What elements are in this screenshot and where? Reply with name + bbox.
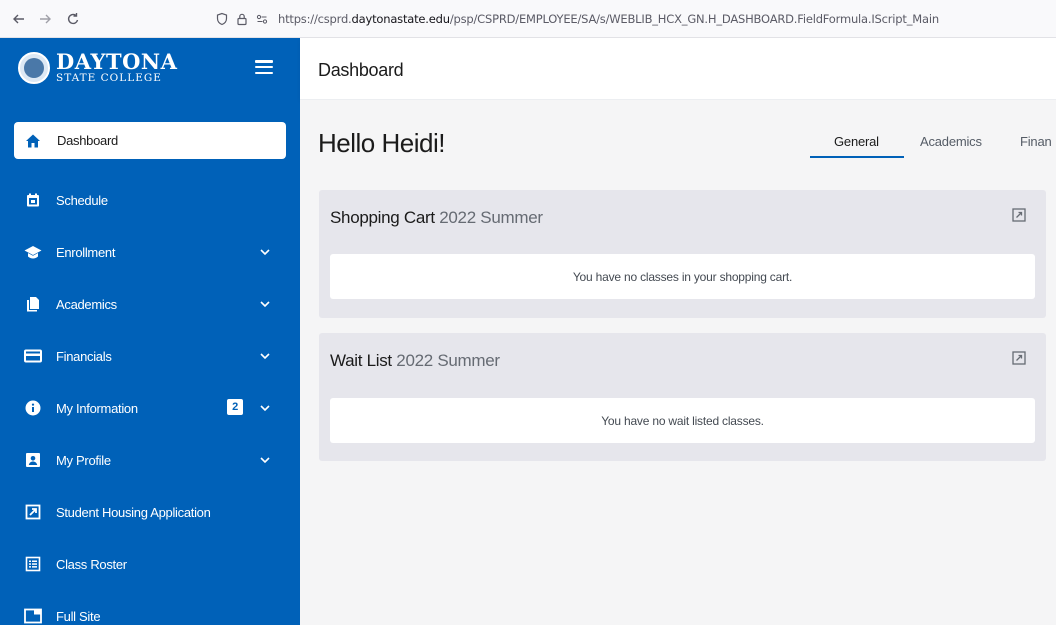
tab-academics[interactable]: Academics: [920, 134, 982, 149]
sidebar-item-dashboard[interactable]: Dashboard: [14, 122, 286, 159]
main-content: Hello Heidi! General Academics Finan Sho…: [300, 100, 1056, 625]
sidebar-item-label: Dashboard: [57, 133, 118, 148]
card-title: Wait List 2022 Summer: [330, 351, 500, 371]
shopping-cart-card: Shopping Cart 2022 Summer You have no cl…: [319, 190, 1046, 318]
back-arrow-icon[interactable]: [8, 8, 30, 30]
sidebar-item-label: Class Roster: [56, 556, 127, 572]
sidebar-item-schedule[interactable]: Schedule: [0, 174, 300, 226]
sidebar-item-label: Financials: [56, 348, 112, 364]
sidebar-item-label: Full Site: [56, 608, 101, 624]
graduation-cap-icon: [24, 243, 42, 261]
wait-list-card: Wait List 2022 Summer You have no wait l…: [319, 333, 1046, 461]
url-path: /psp/CSPRD/EMPLOYEE/SA/s/WEBLIB_HCX_GN.H…: [449, 12, 939, 26]
permissions-icon[interactable]: [254, 11, 270, 27]
tab-financials[interactable]: Finan: [1020, 134, 1052, 149]
chevron-down-icon[interactable]: [259, 298, 271, 310]
chevron-down-icon[interactable]: [259, 350, 271, 362]
credit-card-icon: [24, 347, 42, 365]
reload-icon[interactable]: [62, 8, 84, 30]
sidebar-item-label: My Information: [56, 400, 138, 416]
list-icon: [24, 555, 42, 573]
sidebar-item-student-housing[interactable]: Student Housing Application: [0, 486, 300, 538]
url-prefix: https://csprd.: [278, 12, 352, 26]
sidebar-item-full-site[interactable]: Full Site: [0, 590, 300, 642]
college-seal-logo[interactable]: [18, 52, 50, 84]
sidebar-item-label: Schedule: [56, 192, 108, 208]
sidebar-item-label: Student Housing Application: [56, 504, 211, 520]
college-logo[interactable]: DAYTONA STATE COLLEGE: [56, 49, 178, 84]
calendar-icon: [24, 191, 42, 209]
external-link-icon: [24, 503, 42, 521]
page-title: Dashboard: [318, 60, 404, 80]
external-link-icon[interactable]: [1012, 208, 1026, 222]
forward-arrow-icon[interactable]: [34, 8, 56, 30]
lock-icon[interactable]: [234, 11, 250, 27]
chevron-down-icon[interactable]: [259, 246, 271, 258]
sidebar-item-label: Enrollment: [56, 244, 116, 260]
card-term: 2022 Summer: [439, 208, 543, 227]
tab-general[interactable]: General: [834, 134, 879, 149]
sidebar-item-financials[interactable]: Financials: [0, 330, 300, 382]
documents-icon: [24, 295, 42, 313]
sidebar-item-class-roster[interactable]: Class Roster: [0, 538, 300, 590]
profile-card-icon: [24, 451, 42, 469]
hamburger-menu-icon[interactable]: [255, 60, 273, 74]
sidebar-header: DAYTONA STATE COLLEGE: [0, 38, 300, 98]
card-message: You have no classes in your shopping car…: [330, 254, 1035, 299]
chevron-down-icon[interactable]: [259, 454, 271, 466]
card-message: You have no wait listed classes.: [330, 398, 1035, 443]
card-title-text: Wait List: [330, 351, 392, 370]
sidebar-item-enrollment[interactable]: Enrollment: [0, 226, 300, 278]
sidebar: DAYTONA STATE COLLEGE Dashboard Schedule…: [0, 38, 300, 625]
page-header: Dashboard: [300, 38, 1056, 100]
active-tab-indicator: [810, 156, 904, 158]
card-title: Shopping Cart 2022 Summer: [330, 208, 543, 228]
logo-line2: STATE COLLEGE: [56, 72, 162, 84]
chevron-down-icon[interactable]: [259, 402, 271, 414]
greeting-heading: Hello Heidi!: [318, 128, 445, 158]
card-term: 2022 Summer: [396, 351, 500, 370]
notification-badge: 2: [227, 399, 243, 415]
browser-toolbar: https://csprd.daytonastate.edu/psp/CSPRD…: [0, 0, 1056, 38]
external-link-icon[interactable]: [1012, 351, 1026, 365]
sidebar-item-academics[interactable]: Academics: [0, 278, 300, 330]
sidebar-item-my-information[interactable]: My Information 2: [0, 382, 300, 434]
sidebar-item-label: Academics: [56, 296, 117, 312]
info-icon: [24, 399, 42, 417]
window-icon: [24, 607, 42, 625]
url-text[interactable]: https://csprd.daytonastate.edu/psp/CSPRD…: [278, 12, 939, 26]
shield-icon[interactable]: [214, 11, 230, 27]
sidebar-item-label: My Profile: [56, 452, 111, 468]
sidebar-menu: Dashboard Schedule Enrollment Academics: [0, 122, 300, 642]
card-title-text: Shopping Cart: [330, 208, 435, 227]
url-domain: daytonastate.edu: [351, 12, 450, 26]
home-icon: [24, 132, 42, 150]
address-bar[interactable]: https://csprd.daytonastate.edu/psp/CSPRD…: [214, 0, 939, 38]
sidebar-item-my-profile[interactable]: My Profile: [0, 434, 300, 486]
logo-line1: DAYTONA: [56, 49, 178, 74]
